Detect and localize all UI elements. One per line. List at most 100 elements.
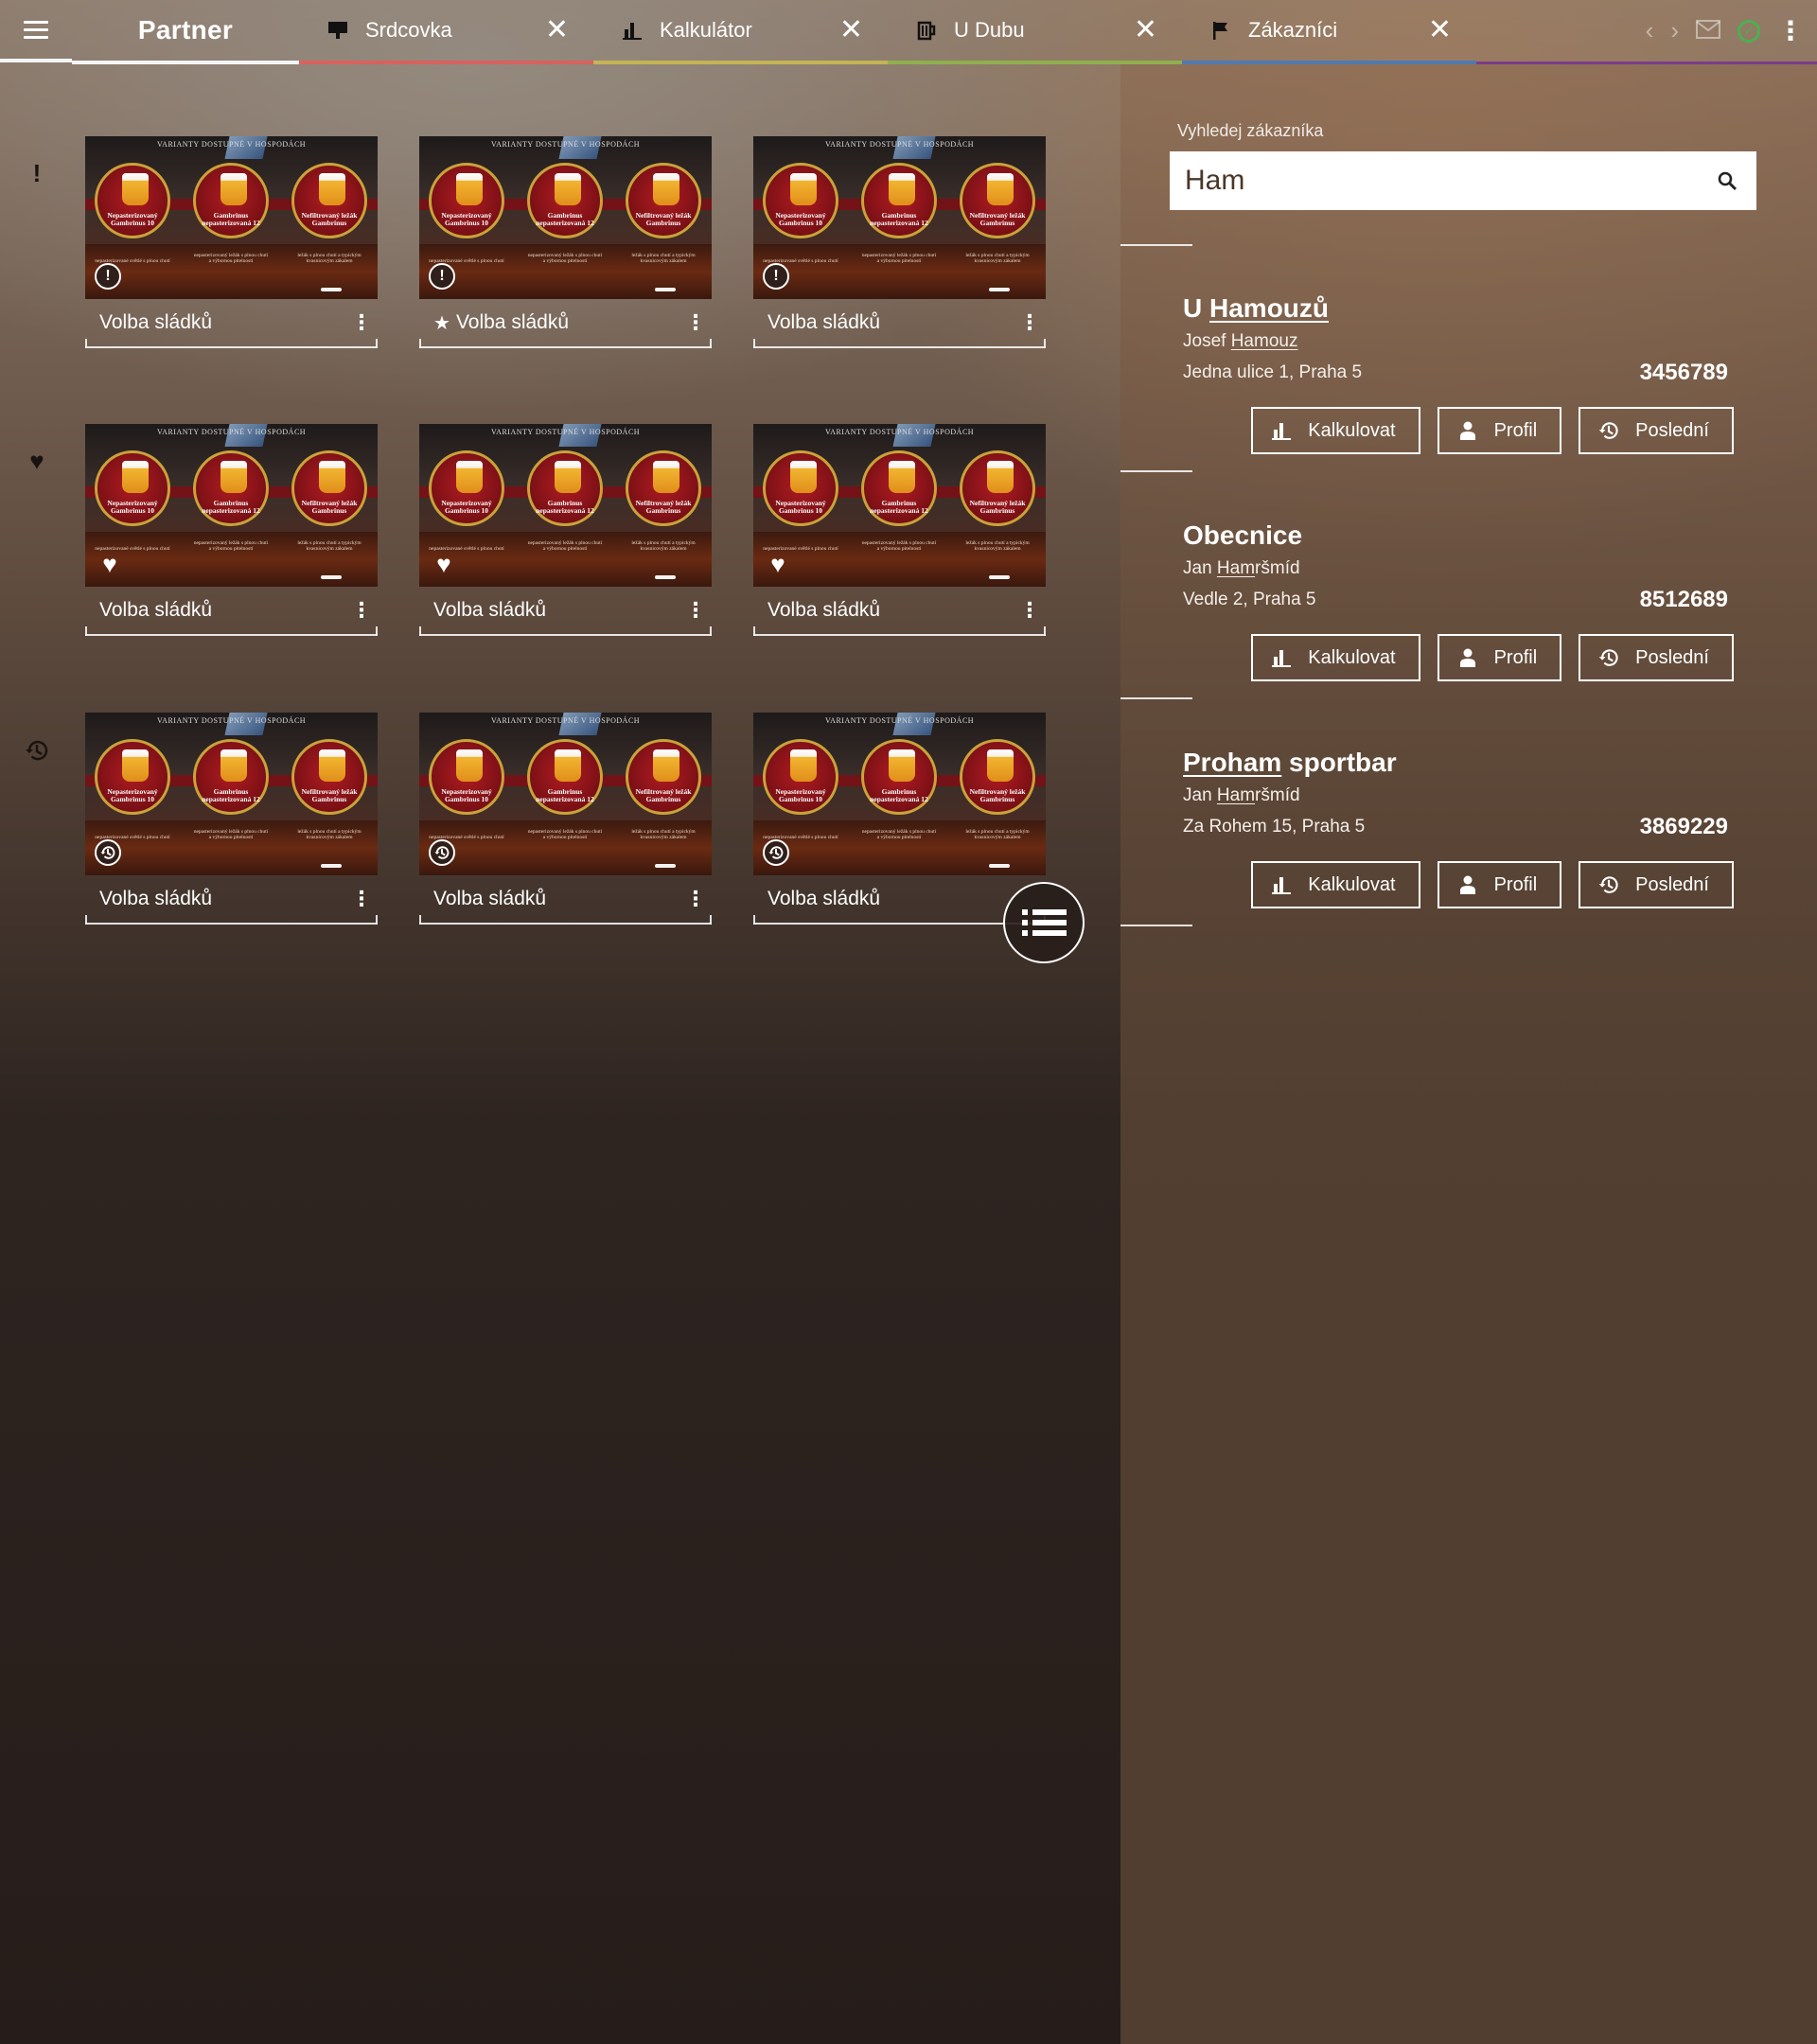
beer-name: Gambrinus nepasterizovaná 12 [536,498,594,516]
search-icon[interactable] [1713,167,1741,195]
card-footer: Volba sládků [753,875,1046,925]
last-button[interactable]: Poslední [1579,861,1734,908]
sync-status-icon[interactable]: ✓ [1738,19,1760,43]
beer-badge: Nepasterizovaný Gambrinus 10 [95,163,170,238]
beer-badge: Nefiltrovaný ležák Gambrinus [626,163,701,238]
beer-badge: Nepasterizovaný Gambrinus 10 [429,450,504,526]
beer-name: Nefiltrovaný ležák Gambrinus [301,498,358,516]
more-vert-icon[interactable]: ⋮ [1777,15,1804,46]
history-icon [429,839,455,866]
beer-card[interactable]: VARIANTY DOSTUPNÉ V HOSPODÁCH Nepasteriz… [419,136,712,348]
beer-name: Nefiltrovaný ležák Gambrinus [301,786,358,804]
card-thumbnail[interactable]: VARIANTY DOSTUPNÉ V HOSPODÁCH Nepasteriz… [85,713,378,875]
customer-address: Za Rohem 15, Praha 5 [1183,817,1366,837]
divider [1120,925,1192,926]
customer-name[interactable]: U Hamouzů [1183,293,1751,326]
card-footer: Volba sládků ⋮ [753,299,1046,348]
beer-desc: nepasterizovaný ležák s plnou chutí a vý… [861,828,937,841]
more-vert-icon[interactable]: ⋮ [685,889,706,909]
flag-icon [1208,18,1233,43]
beer-name: Nefiltrovaný ležák Gambrinus [635,210,692,228]
thumbnail-banner: VARIANTY DOSTUPNÉ V HOSPODÁCH [156,140,307,149]
beer-card[interactable]: VARIANTY DOSTUPNÉ V HOSPODÁCH Nepasteriz… [419,713,712,925]
thumbnail-banner: VARIANTY DOSTUPNÉ V HOSPODÁCH [824,716,975,725]
beer-card[interactable]: VARIANTY DOSTUPNÉ V HOSPODÁCH Nepasteriz… [419,424,712,636]
beer-card[interactable]: VARIANTY DOSTUPNÉ V HOSPODÁCH Nepasteriz… [753,136,1046,348]
card-label: Volba sládků [99,888,213,909]
tab-zakaznici[interactable]: Zákazníci ✕ [1182,0,1476,64]
customer-name[interactable]: Obecnice [1183,520,1751,553]
beer-badge: Gambrinus nepasterizovaná 12 [861,739,937,815]
mail-icon[interactable] [1696,16,1720,45]
history-icon [23,736,51,765]
heart-icon[interactable]: ♥ [431,550,457,578]
search-input[interactable] [1185,165,1713,197]
calculate-button[interactable]: Kalkulovat [1251,407,1420,454]
card-thumbnail[interactable]: VARIANTY DOSTUPNÉ V HOSPODÁCH Nepasteriz… [85,136,378,299]
tab-label: U Dubu [954,18,1025,42]
beer-badge: Nepasterizovaný Gambrinus 10 [429,739,504,815]
close-icon[interactable]: ✕ [1134,16,1157,44]
list-view-button[interactable] [1003,882,1085,963]
profile-button[interactable]: Profil [1437,407,1562,454]
beer-name: Gambrinus nepasterizovaná 12 [202,210,260,228]
last-button[interactable]: Poslední [1579,407,1734,454]
customer-name[interactable]: Proham sportbar [1183,748,1751,780]
customer-number: 3456789 [1639,360,1728,385]
beer-name: Nepasterizovaný Gambrinus 10 [107,786,158,804]
more-vert-icon[interactable]: ⋮ [351,889,372,909]
profile-button[interactable]: Profil [1437,861,1562,908]
card-thumbnail[interactable]: VARIANTY DOSTUPNÉ V HOSPODÁCH Nepasteriz… [753,713,1046,875]
card-thumbnail[interactable]: VARIANTY DOSTUPNÉ V HOSPODÁCH Nepasteriz… [419,713,712,875]
more-vert-icon[interactable]: ⋮ [1019,312,1040,333]
beer-name: Gambrinus nepasterizovaná 12 [536,210,594,228]
tab-u-dubu[interactable]: U Dubu ✕ [888,0,1182,64]
beer-desc: ležák s plnou chutí a typickým kvasnicov… [631,828,696,841]
last-button[interactable]: Poslední [1579,634,1734,681]
beer-badge: Gambrinus nepasterizovaná 12 [193,163,269,238]
beer-name: Nefiltrovaný ležák Gambrinus [635,498,692,516]
card-thumbnail[interactable]: VARIANTY DOSTUPNÉ V HOSPODÁCH Nepasteriz… [753,136,1046,299]
close-icon[interactable]: ✕ [545,16,569,44]
card-thumbnail[interactable]: VARIANTY DOSTUPNÉ V HOSPODÁCH Nepasteriz… [753,424,1046,587]
beer-badge: Gambrinus nepasterizovaná 12 [527,450,603,526]
more-vert-icon[interactable]: ⋮ [351,600,372,621]
heart-icon[interactable]: ♥ [97,550,123,578]
close-icon[interactable]: ✕ [1428,16,1452,44]
beer-card[interactable]: VARIANTY DOSTUPNÉ V HOSPODÁCH Nepasteriz… [85,136,378,348]
more-vert-icon[interactable]: ⋮ [1019,600,1040,621]
tab-kalkulator[interactable]: Kalkulátor ✕ [593,0,888,64]
hamburger-menu-icon[interactable] [0,0,72,62]
beer-badge: Nepasterizovaný Gambrinus 10 [763,739,838,815]
heart-icon[interactable]: ♥ [765,550,791,578]
card-thumbnail[interactable]: VARIANTY DOSTUPNÉ V HOSPODÁCH Nepasteriz… [419,424,712,587]
chevron-right-icon[interactable]: › [1670,16,1679,45]
beer-desc: ležák s plnou chutí a typickým kvasnicov… [965,828,1030,841]
more-vert-icon[interactable]: ⋮ [685,600,706,621]
chevron-left-icon[interactable]: ‹ [1646,16,1654,45]
customer-address: Jedna ulice 1, Praha 5 [1183,362,1363,382]
beer-card[interactable]: VARIANTY DOSTUPNÉ V HOSPODÁCH Nepasteriz… [753,424,1046,636]
beer-name: Nefiltrovaný ležák Gambrinus [969,498,1026,516]
card-thumbnail[interactable]: VARIANTY DOSTUPNÉ V HOSPODÁCH Nepasteriz… [419,136,712,299]
beer-card[interactable]: VARIANTY DOSTUPNÉ V HOSPODÁCH Nepasteriz… [85,424,378,636]
card-thumbnail[interactable]: VARIANTY DOSTUPNÉ V HOSPODÁCH Nepasteriz… [85,424,378,587]
beer-desc: nepasterizovaný ležák s plnou chutí a vý… [193,539,269,553]
more-vert-icon[interactable]: ⋮ [351,312,372,333]
profile-button[interactable]: Profil [1437,634,1562,681]
close-icon[interactable]: ✕ [839,16,863,44]
calculate-button[interactable]: Kalkulovat [1251,861,1420,908]
beer-badge: Nepasterizovaný Gambrinus 10 [763,450,838,526]
beer-name: Nefiltrovaný ležák Gambrinus [969,210,1026,228]
beer-badge: Gambrinus nepasterizovaná 12 [861,450,937,526]
beer-desc: ležák s plnou chutí a typickým kvasnicov… [631,252,696,265]
beer-card[interactable]: VARIANTY DOSTUPNÉ V HOSPODÁCH Nepasteriz… [753,713,1046,925]
more-vert-icon[interactable]: ⋮ [685,312,706,333]
star-icon: ★ [433,312,450,334]
beer-badge: Nefiltrovaný ležák Gambrinus [291,163,367,238]
thumbnail-banner: VARIANTY DOSTUPNÉ V HOSPODÁCH [156,428,307,436]
tab-srdcovka[interactable]: Srdcovka ✕ [299,0,593,64]
beer-card[interactable]: VARIANTY DOSTUPNÉ V HOSPODÁCH Nepasteriz… [85,713,378,925]
calculate-button[interactable]: Kalkulovat [1251,634,1420,681]
beer-desc: nepasterizovaný ležák s plnou chutí a vý… [527,828,603,841]
